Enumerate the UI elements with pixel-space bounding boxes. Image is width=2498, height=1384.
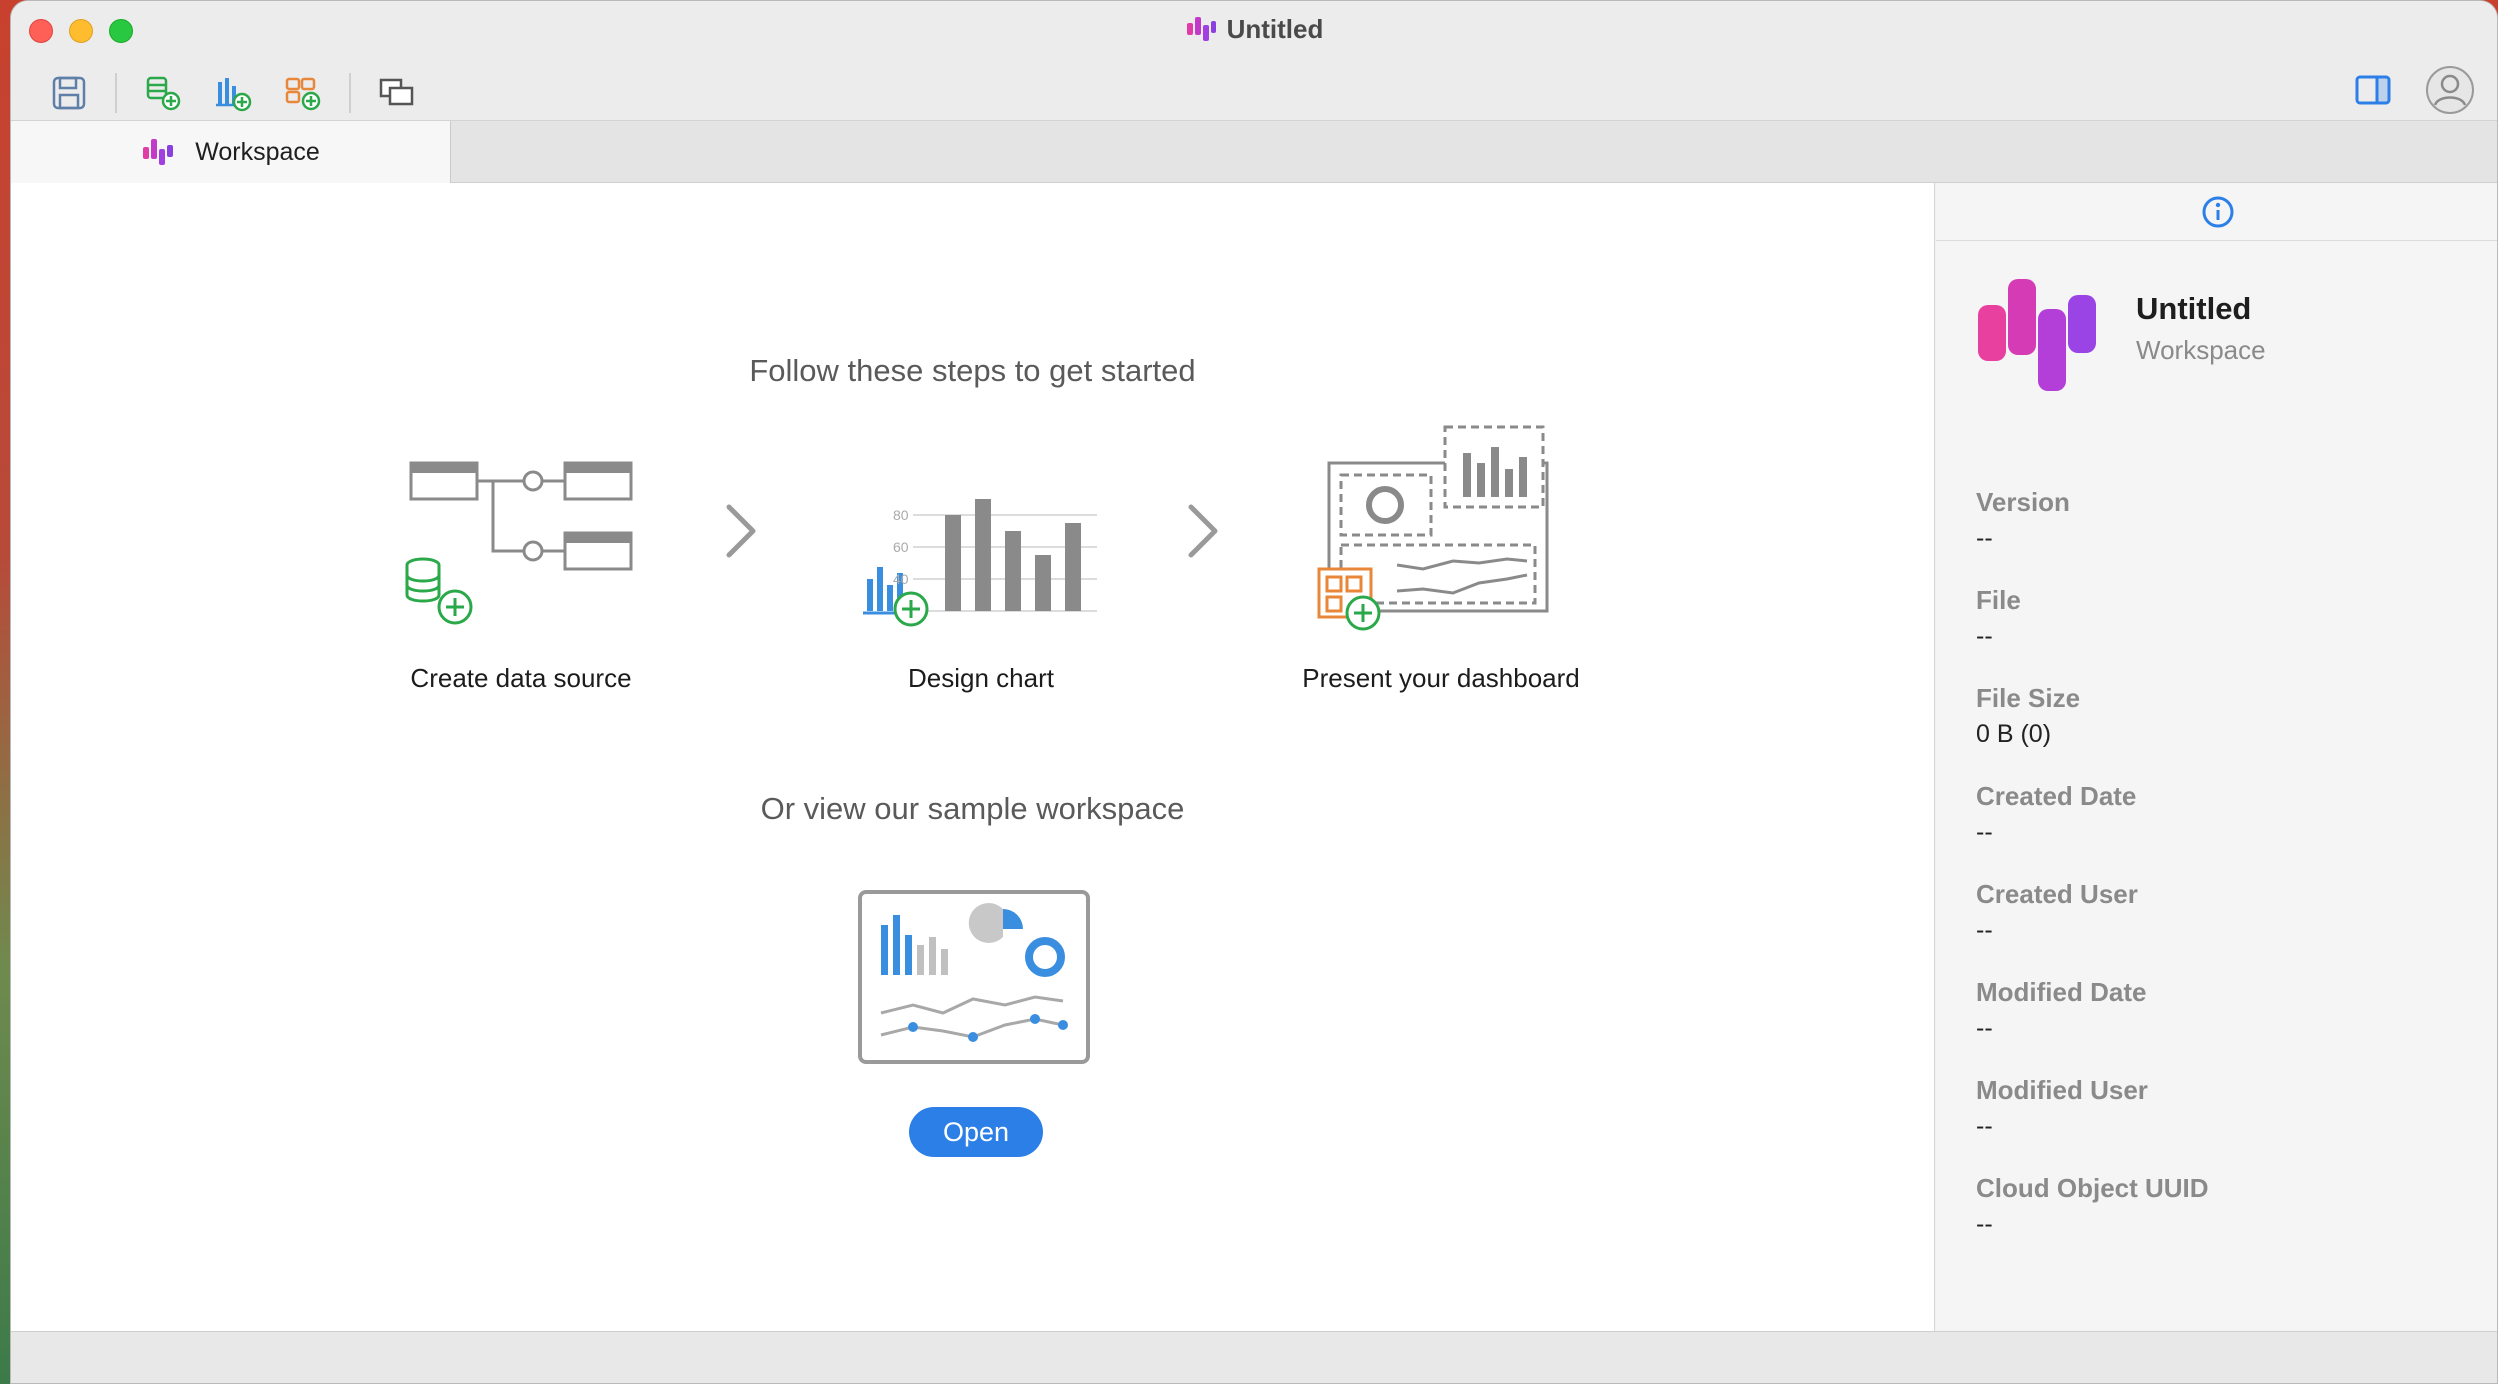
design-chart-illustration: 80 60 40 [853,455,1103,635]
toolbar-right [2355,65,2475,120]
sidebar-subtitle: Workspace [2136,335,2266,365]
property-cloud-object-uuid: Cloud Object UUID -- [1976,1173,2209,1238]
add-chart-icon [216,78,252,112]
property-file: File -- [1976,585,2021,650]
workspace-logo-icon [1978,279,2096,391]
open-sample-button[interactable]: Open [909,1107,1043,1157]
dashboard-illustration [1317,425,1549,631]
axis-tick: 60 [893,539,909,555]
chevron-right-icon [726,504,756,558]
axis-tick: 80 [893,507,909,523]
workspace-icon [143,139,174,165]
axis-tick: 40 [893,571,909,587]
tab-workspace-label: Workspace [195,137,320,166]
toolbar-separator [349,73,351,113]
user-avatar-button[interactable] [2425,65,2475,120]
property-version: Version -- [1976,487,2070,552]
add-data-source-icon [146,76,181,111]
step-design-chart: Design chart [908,663,1054,693]
status-bar [11,1331,2497,1383]
app-logo-icon [1186,17,1216,41]
toolbar-separator [115,73,117,113]
step-create-data-source: Create data source [410,663,632,693]
window-title-text: Untitled [1226,13,1324,44]
titlebar: Untitled [11,1,2497,121]
window-icon [379,78,414,106]
window-arrange-button[interactable] [373,69,421,117]
add-data-source-button[interactable] [139,69,187,117]
app-window: Untitled Workspace Follow these steps to… [10,0,2498,1384]
data-source-illustration [405,461,633,625]
save-button[interactable] [45,69,93,117]
user-avatar-icon [2426,66,2474,114]
property-modified-user: Modified User -- [1976,1075,2148,1140]
property-created-user: Created User -- [1976,879,2138,944]
main-panel: Follow these steps to get started 80 60 … [11,183,1935,1333]
tab-workspace[interactable]: Workspace [11,121,451,183]
property-file-size: File Size 0 B (0) [1976,683,2081,748]
sidebar-toggle-button[interactable] [2355,75,2391,110]
sidebar-header [1936,183,2497,241]
add-dashboard-icon [285,77,321,111]
sample-workspace-thumbnail[interactable] [857,889,1091,1065]
info-icon[interactable] [2201,195,2235,229]
save-icon [52,76,86,110]
sidebar-toggle-icon [2355,75,2391,105]
chevron-right-icon [1188,504,1218,558]
toolbar [45,69,443,117]
add-dashboard-button[interactable] [279,69,327,117]
sidebar-title: Untitled [2136,291,2252,326]
property-modified-date: Modified Date -- [1976,977,2147,1042]
step-present-dashboard: Present your dashboard [1302,663,1580,693]
property-created-date: Created Date -- [1976,781,2137,846]
window-title: Untitled [11,13,2497,45]
info-sidebar: Untitled Workspace Version -- File -- Fi… [1936,183,2497,1333]
getting-started-heading: Follow these steps to get started [749,353,1196,388]
tab-bar: Workspace [11,121,2497,183]
sample-workspace-heading: Or view our sample workspace [760,791,1185,826]
add-chart-button[interactable] [209,69,257,117]
